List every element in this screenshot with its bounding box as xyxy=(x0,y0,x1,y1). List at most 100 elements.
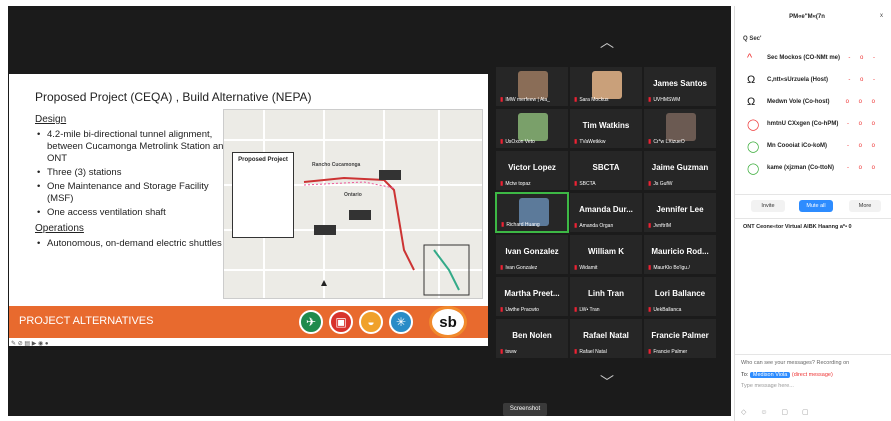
participant-search[interactable]: Q Sec' xyxy=(743,36,761,42)
participant-name-label: ▮ Francie Palmer xyxy=(648,348,687,355)
participant-name-text: Francie Palmer xyxy=(653,349,688,355)
panel-title: PM«e"M«(7n xyxy=(789,14,825,20)
participant-status-icons[interactable]: - o - xyxy=(848,55,879,61)
participant-row[interactable]: Ω Medwn Vole (Co-host) o o o xyxy=(743,96,885,114)
map-legend: Proposed Project xyxy=(232,152,294,238)
participant-tile[interactable]: Ivan Gonzalez ▮ Ivan Gonzalez xyxy=(495,234,569,275)
participant-status-icons[interactable]: - o o xyxy=(847,121,879,127)
slide-text-column: Design 4.2-mile bi-directional tunnel al… xyxy=(35,114,235,252)
participant-tile[interactable]: James Santos ▮ UVHMSWM xyxy=(643,66,717,107)
participant-row[interactable]: ^ Sec Mockos (CO-NMt me) - o - xyxy=(743,52,885,70)
participant-tile[interactable]: William K ▮ Widamit xyxy=(569,234,643,275)
mic-muted-icon: ▮ xyxy=(648,265,652,271)
participant-name-text: UekBallanca xyxy=(653,307,682,313)
participant-tile[interactable]: Francie Palmer ▮ Francie Palmer xyxy=(643,318,717,359)
mic-muted-icon: ▮ xyxy=(500,181,504,187)
participant-name: hmtnU CXxgen (Co-hPM) xyxy=(767,121,839,127)
invite-button[interactable]: Invite xyxy=(751,200,785,212)
participant-tile[interactable]: Lori Ballance ▮ UekBallanca xyxy=(643,276,717,317)
participant-tile[interactable]: Tim Watkins ▮ TVaWetkkw xyxy=(569,108,643,149)
participant-name-label: ▮ JvnftrIM xyxy=(648,222,671,229)
participant-status-icons[interactable]: - o o xyxy=(847,143,879,149)
chat-recipient-row: To: Medison Viola (direct message) xyxy=(741,372,833,378)
participant-name-label: ▮ Amanda Organ xyxy=(574,222,613,229)
chat-recipient-dropdown[interactable]: Medison Viola xyxy=(749,372,791,378)
participants-panel: PM«e"M«(7n x Q Sec' ^ Sec Mockos (CO-NMt … xyxy=(734,6,891,421)
participant-tile[interactable]: Jennifer Lee ▮ JvnftrIM xyxy=(643,192,717,233)
participant-row[interactable]: ◯ hmtnU CXxgen (Co-hPM) - o o xyxy=(743,118,885,136)
participant-display-name: Tim Watkins xyxy=(582,121,630,130)
participant-row[interactable]: ◯ Mn Coooiat iCo-koM) - o o xyxy=(743,140,885,158)
participant-name-label: ▮ Widamit xyxy=(574,264,597,271)
participant-name: Sec Mockos (CO-NMt me) xyxy=(767,55,841,61)
participant-name: Mn Coooiat iCo-koM) xyxy=(767,143,827,149)
chat-message-input[interactable]: Type message here... xyxy=(741,383,794,389)
participant-avatar-icon: ^ xyxy=(747,52,753,64)
participant-name-label: ▮ Ivan Gonzalez xyxy=(500,264,537,271)
mic-muted-icon: ▮ xyxy=(500,97,504,103)
participant-name: Medwn Vole (Co-host) xyxy=(767,99,830,105)
chevron-up-icon[interactable]: ︿ xyxy=(596,32,618,50)
panel-actions: Invite Mute all More xyxy=(743,200,885,214)
slide-title: Proposed Project (CEQA) , Build Alternat… xyxy=(35,90,312,104)
mic-muted-icon: ▮ xyxy=(648,307,652,313)
chat-visibility-notice[interactable]: Who can see your messages? Recording on xyxy=(741,360,849,366)
mute-all-button[interactable]: Mute all xyxy=(799,200,833,212)
participant-name-text: JvnftrIM xyxy=(653,223,672,229)
direct-message-tag: (direct message) xyxy=(791,372,833,378)
operations-bullets: Autonomous, on-demand electric shuttles xyxy=(35,238,235,250)
participant-avatar-icon: Ω xyxy=(747,96,756,108)
participant-tile[interactable]: Amanda Dur... ▮ Amanda Organ xyxy=(569,192,643,233)
participant-name-text: UsOxon Veto xyxy=(505,139,535,145)
participant-avatar-icon: ◯ xyxy=(747,163,760,175)
slide-annotation-toolbar[interactable]: ✎ ⊘ ▤ ▶ ◉ ● xyxy=(11,340,49,346)
participant-display-name: William K xyxy=(588,247,624,256)
participant-tile[interactable]: ▮ IMW merfeew | Ala_ xyxy=(495,66,569,107)
participant-tile[interactable]: Mauricio Rod... ▮ MaurKlo Bo'lgu./ xyxy=(643,234,717,275)
participant-display-name: Jaime Guzman xyxy=(651,163,709,172)
mic-muted-icon: ▮ xyxy=(648,223,652,229)
participant-status-icons[interactable]: o o o xyxy=(846,99,879,105)
participant-tile[interactable]: SBCTA ▮ SBCTA xyxy=(569,150,643,191)
slide-footer-text: PROJECT ALTERNATIVES xyxy=(19,315,154,327)
participant-status-icons[interactable]: - o o xyxy=(847,165,879,171)
mic-muted-icon: ▮ xyxy=(648,97,652,103)
participant-display-name: James Santos xyxy=(653,79,707,88)
chevron-down-icon[interactable]: ﹀ xyxy=(596,372,618,390)
participant-name-text: SBCTA xyxy=(579,181,596,187)
participant-tile[interactable]: ▮ Richard Huang xyxy=(495,192,569,233)
more-button[interactable]: More xyxy=(849,200,881,212)
mic-muted-icon: ▮ xyxy=(501,222,505,228)
participant-tile[interactable]: Victor Lopez ▮ Mctw topaz xyxy=(495,150,569,191)
participant-name-text: Richard Huang xyxy=(506,222,540,228)
participant-tile[interactable]: ▮ UsOxon Veto xyxy=(495,108,569,149)
mic-muted-icon: ▮ xyxy=(500,349,504,355)
participant-video xyxy=(518,71,548,99)
participant-tile[interactable]: Jaime Guzman ▮ Js GufW xyxy=(643,150,717,191)
participant-display-name: Ben Nolen xyxy=(512,331,552,340)
participant-video xyxy=(592,71,622,99)
participant-tile[interactable]: Martha Preet... ▮ Uwthe Pracwto xyxy=(495,276,569,317)
participant-row[interactable]: Ω C,ntt«sUrzuela (Host) - o - xyxy=(743,74,885,92)
participant-tile[interactable]: ▮ Cr*w LXizueO xyxy=(643,108,717,149)
participant-tile[interactable]: Rafael Natal ▮ Rafael Natal xyxy=(569,318,643,359)
participant-tile[interactable]: Linh Tran ▮ LW• Tran xyxy=(569,276,643,317)
divider xyxy=(735,194,891,195)
participant-row[interactable]: ◯ kame (xjzman (Co-ttoN) - o o xyxy=(743,162,885,180)
participant-status-icons[interactable]: - o - xyxy=(848,77,879,83)
design-bullet: One access ventilation shaft xyxy=(35,207,235,219)
participant-name-label: ▮ Cr*w LXizueO xyxy=(648,138,685,145)
mic-muted-icon: ▮ xyxy=(648,349,652,355)
mic-muted-icon: ▮ xyxy=(500,139,504,145)
participant-tile[interactable]: Ben Nolen ▮ txww xyxy=(495,318,569,359)
participant-name-text: Amanda Organ xyxy=(579,223,614,229)
participant-name-text: IMW merfeew | Ala_ xyxy=(505,97,550,103)
participant-display-name: Jennifer Lee xyxy=(656,205,704,214)
participant-name-text: Sara Mockus xyxy=(579,97,609,103)
panel-close-icon[interactable]: x xyxy=(880,13,883,19)
participant-name-text: Uwthe Pracwto xyxy=(505,307,539,313)
mic-muted-icon: ▮ xyxy=(500,307,504,313)
participant-tile[interactable]: ▮ Sara Mockus xyxy=(569,66,643,107)
chat-tools[interactable]: ◇ ☺ ▢ ▢ xyxy=(741,408,815,416)
participant-display-name: Mauricio Rod... xyxy=(651,247,709,256)
